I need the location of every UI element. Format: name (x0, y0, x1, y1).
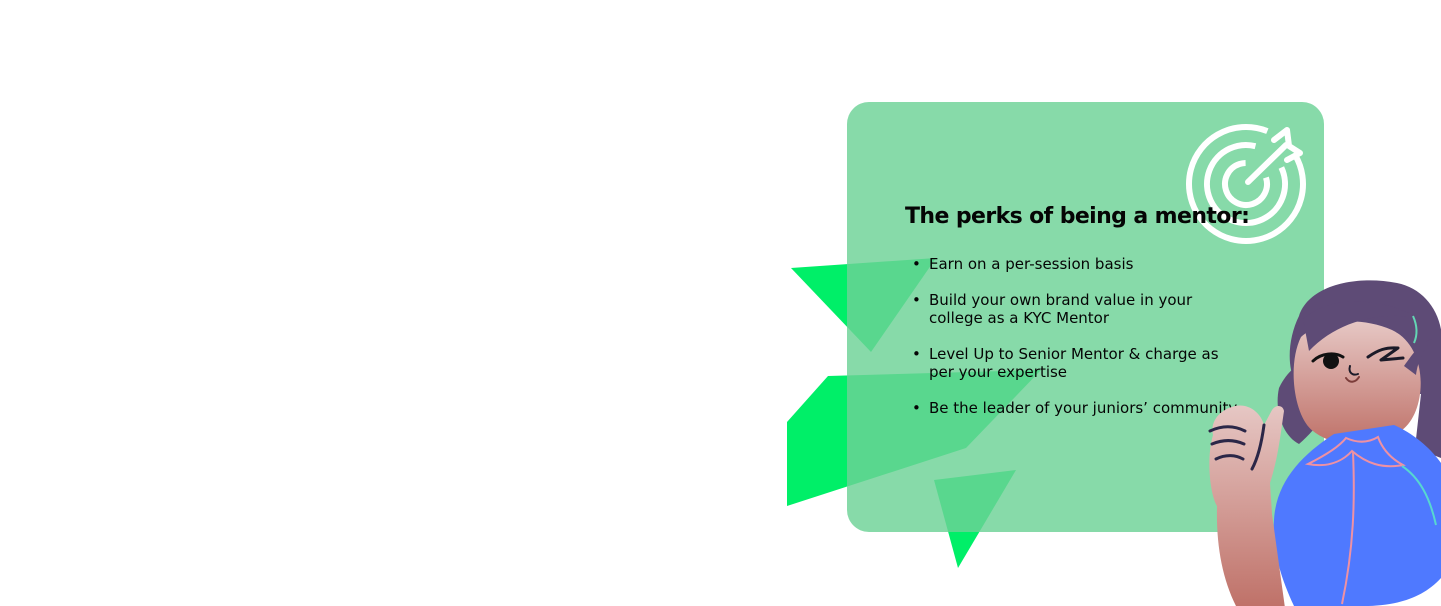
winking-mentor-thumbs-up-illustration (1208, 280, 1441, 606)
perk-bullet: • (912, 399, 921, 417)
perk-text-earn: Earn on a per-session basis (929, 255, 1134, 273)
perk-text-brand-value: Build your own brand value in your colle… (929, 291, 1193, 327)
perk-list-item-earn: • Earn on a per-session basis (912, 255, 1242, 273)
mentor-perks-title: The perks of being a mentor: (905, 204, 1250, 229)
page-canvas: The perks of being a mentor: • Earn on a… (0, 0, 1441, 606)
perk-bullet: • (912, 345, 921, 363)
perk-bullet: • (912, 255, 921, 273)
perk-text-level-up: Level Up to Senior Mentor & charge as pe… (929, 345, 1219, 381)
perk-bullet: • (912, 291, 921, 309)
